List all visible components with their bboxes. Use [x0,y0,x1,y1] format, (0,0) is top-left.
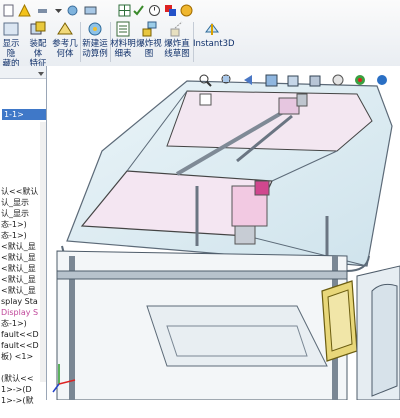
clock-icon[interactable] [148,2,161,16]
bom-label-1: 材料明 [110,39,136,49]
edit-appearance-icon[interactable] [353,73,368,88]
tree-item[interactable]: (默认<< [1,373,34,384]
tree-item[interactable]: fault<<D [1,340,39,351]
tree-item[interactable]: 态-1>) [1,230,27,241]
instant3d-icon [205,23,219,35]
zoom-area-icon[interactable] [220,73,235,88]
section-view-icon[interactable] [264,73,279,88]
command-manager-ribbon: 显示隐 藏的零 部件 装配体 特征 参考几 何体 新建运 动算例 材料明 细表 … [0,0,400,89]
explode-line-sketch-label-1: 爆炸直 [164,39,190,49]
ribbon-separator [80,22,81,62]
heads-up-view-toolbar [198,70,400,106]
render-icon[interactable] [180,2,193,17]
tree-item[interactable]: 板) <1> [1,351,33,362]
tree-item[interactable]: 认<<默认 [1,186,38,197]
exploded-view-button[interactable]: 爆炸视 图 [136,20,162,64]
appearance-icon[interactable] [164,2,177,16]
tree-item[interactable]: 认_显示 [1,208,29,219]
bill-of-materials-icon [116,21,130,37]
exploded-view-icon [142,21,157,37]
new-motion-study-icon [88,22,102,36]
right-door [371,283,398,397]
reference-geometry-button[interactable]: 参考几 何体 [52,20,78,64]
tree-items-list: 认<<默认 认_显示 认_显示 态-1>) 态-1>) <默认_显 <默认_显 … [0,186,44,418]
assembly-features-label-1: 装配体 [29,39,47,59]
tree-selected-label: 1-1> [4,110,24,119]
bill-of-materials-button[interactable]: 材料明 细表 [110,20,136,64]
assembly-features-button[interactable]: 装配体 特征 [26,20,50,69]
scroll-arrow-icon[interactable] [0,69,46,81]
control-panel-screen [327,289,353,352]
tree-item[interactable]: fault<<D [1,329,39,340]
magenta-part [254,180,270,196]
graphics-viewport[interactable] [47,66,400,400]
grid-icon[interactable] [118,2,131,17]
reference-geometry-label-2: 何体 [56,49,74,59]
warning-icon[interactable] [18,2,31,17]
assembly-feature-icon [30,21,46,35]
instant3d-button[interactable]: Instant3D [193,20,235,64]
frame-beam [56,270,348,280]
bom-label-2: 细表 [114,49,132,59]
gray-fixture [234,225,256,245]
motor-end [296,93,308,107]
check-icon[interactable] [132,2,145,16]
new-motion-study-label-1: 新建运 [82,39,108,49]
exploded-view-label-2: 图 [144,49,154,59]
explode-line-sketch-button[interactable]: 爆炸直 线草图 [163,20,191,64]
reference-geometry-label-1: 参考几 [52,39,78,49]
explode-line-sketch-icon [170,21,183,37]
reference-geometry-icon [57,22,73,35]
tree-item[interactable]: 态-1>) [1,318,27,329]
tree-tabs [0,66,46,79]
show-hidden-components-icon [3,22,19,36]
collision-icon[interactable] [84,2,97,15]
new-motion-study-label-2: 动算例 [82,49,108,59]
feature-manager-tree: 1-1> 认<<默认 认_显示 认_显示 态-1>) 态-1>) <默认_显 <… [0,66,47,405]
zoom-to-fit-icon[interactable] [198,73,213,88]
apply-scene-icon[interactable] [375,73,390,88]
tree-item[interactable]: <默认_显 [1,241,36,252]
tree-selected-item[interactable]: 1-1> [2,109,46,120]
previous-view-icon[interactable] [242,73,257,88]
instant3d-label: Instant3D [193,39,235,49]
cad-model-view[interactable] [47,66,400,400]
tree-item[interactable]: 认_显示 [1,197,29,208]
display-style-icon[interactable] [308,73,323,88]
tree-item[interactable]: 态-1>) [1,219,27,230]
tree-item[interactable]: <默认_显 [1,274,36,285]
tree-item[interactable]: <默认_显 [1,285,36,296]
move-component-icon[interactable] [66,2,79,16]
tool-icon[interactable] [36,2,49,15]
tree-item[interactable]: 1>->(默 [1,395,34,406]
tree-item[interactable]: splay Sta [1,296,38,307]
dropdown-arrow-icon[interactable] [52,2,65,15]
tree-item[interactable]: <默认_显 [1,252,36,263]
motor-block [278,97,300,115]
new-motion-study-button[interactable]: 新建运 动算例 [82,20,108,64]
explode-line-sketch-label-2: 线草图 [164,49,190,59]
show-hidden-components-button[interactable]: 显示隐 藏的零 部件 [0,20,22,89]
view-settings-icon[interactable] [198,92,213,107]
exploded-view-label-1: 爆炸视 [136,39,162,49]
hide-show-items-icon[interactable] [331,73,346,88]
show-hidden-label-1: 显示隐 [2,39,20,59]
tree-item[interactable]: <默认_显 [1,263,36,274]
view-orientation-icon[interactable] [286,73,301,88]
tree-item[interactable]: 1>->(D [1,384,32,395]
document-icon[interactable] [2,2,15,17]
tree-item-display-state[interactable]: Display S [1,307,38,318]
